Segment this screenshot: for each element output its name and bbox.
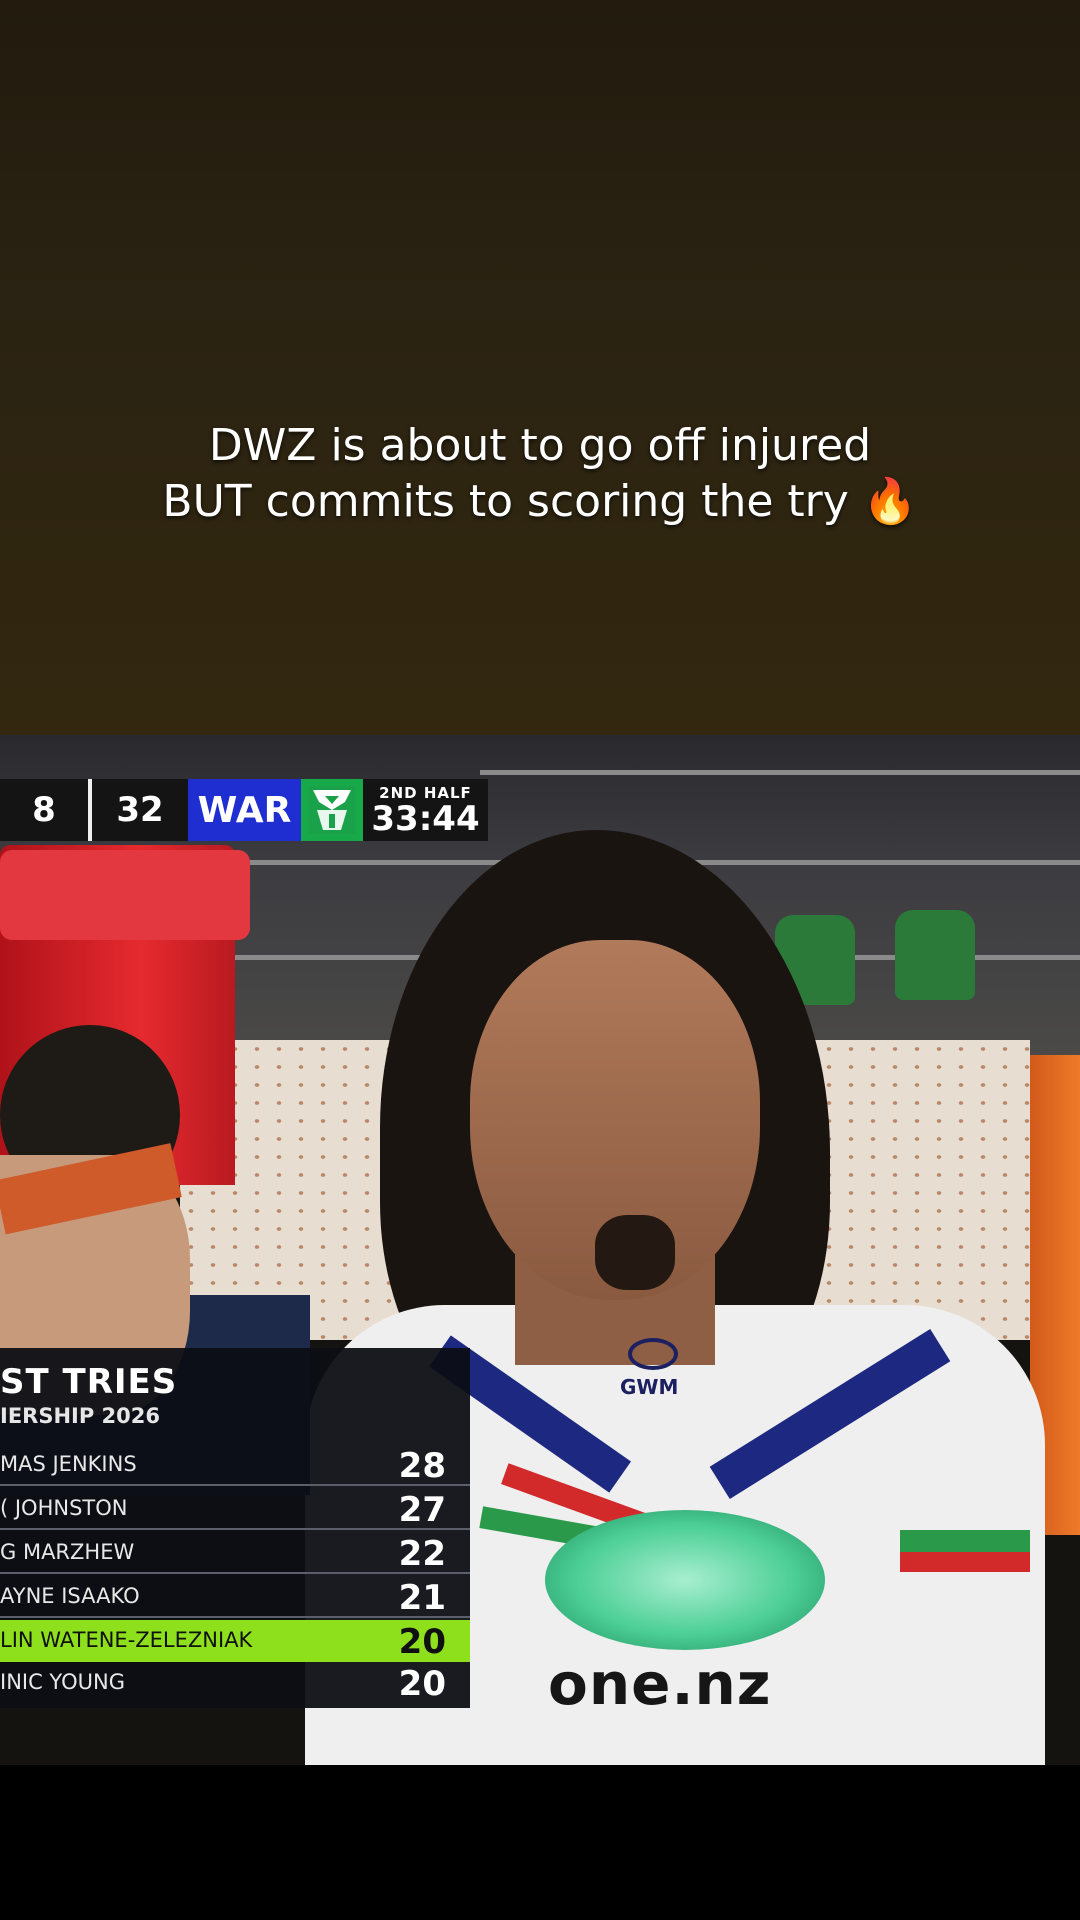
jersey-stripe <box>900 1550 1030 1572</box>
table-row: INIC YOUNG 20 <box>0 1662 470 1704</box>
warriors-logo-svg <box>309 786 355 834</box>
video-frame: DWZ is about to go off injured BUT commi… <box>0 0 1080 1920</box>
away-score: 32 <box>92 779 188 841</box>
caption-area: DWZ is about to go off injured BUT commi… <box>0 0 1080 745</box>
score-bug: 8 32 WAR 2ND HALF 33:44 <box>0 779 488 841</box>
spectator-shoe <box>895 910 975 1000</box>
warriors-logo-icon <box>301 779 363 841</box>
player-name: INIC YOUNG <box>0 1670 125 1694</box>
table-row: G MARZHEW 22 <box>0 1532 470 1574</box>
video-caption: DWZ is about to go off injured BUT commi… <box>0 418 1080 530</box>
main-sponsor: one.nz <box>548 1650 772 1718</box>
tv-broadcast-frame: GWM one.nz 8 32 WAR 2ND HALF 33:44 ST TR… <box>0 735 1080 1765</box>
fire-icon: 🔥 <box>862 476 918 527</box>
try-count: 20 <box>398 1664 446 1704</box>
table-row: AYNE ISAAKO 21 <box>0 1576 470 1618</box>
player-name: LIN WATENE-ZELEZNIAK <box>0 1628 253 1652</box>
table-title: ST TRIES <box>0 1362 178 1402</box>
table-row: ( JOHNSTON 27 <box>0 1488 470 1530</box>
table-row: MAS JENKINS 28 <box>0 1444 470 1486</box>
stand-rail <box>480 770 1080 775</box>
player-name: AYNE ISAAKO <box>0 1584 140 1608</box>
caption-line-2: BUT commits to scoring the try 🔥 <box>0 474 1080 530</box>
caption-line-2-text: BUT commits to scoring the try <box>162 476 849 527</box>
try-count: 21 <box>398 1578 446 1618</box>
sponsor-logo-icon <box>545 1510 825 1650</box>
chest-sponsor: GWM <box>620 1375 679 1399</box>
table-row-highlighted: LIN WATENE-ZELEZNIAK 20 <box>0 1620 470 1662</box>
player-name: G MARZHEW <box>0 1540 135 1564</box>
player-name: ( JOHNSTON <box>0 1496 128 1520</box>
table-subtitle: IERSHIP 2026 <box>0 1404 160 1428</box>
bottom-letterbox <box>0 1765 1080 1920</box>
jersey-stripe <box>900 1530 1030 1552</box>
match-clock: 2ND HALF 33:44 <box>363 779 488 841</box>
match-time: 33:44 <box>371 799 480 839</box>
try-count: 20 <box>398 1622 446 1662</box>
caption-line-1: DWZ is about to go off injured <box>208 420 872 471</box>
home-score: 8 <box>0 779 88 841</box>
red-bin-lid <box>0 850 250 940</box>
try-count: 27 <box>398 1490 446 1530</box>
away-team-name: WAR <box>188 779 301 841</box>
player-beard <box>595 1215 675 1290</box>
try-count: 28 <box>398 1446 446 1486</box>
gwm-logo-icon <box>628 1338 678 1370</box>
most-tries-table: ST TRIES IERSHIP 2026 MAS JENKINS 28 ( J… <box>0 1348 470 1708</box>
try-count: 22 <box>398 1534 446 1574</box>
player-name: MAS JENKINS <box>0 1452 137 1476</box>
